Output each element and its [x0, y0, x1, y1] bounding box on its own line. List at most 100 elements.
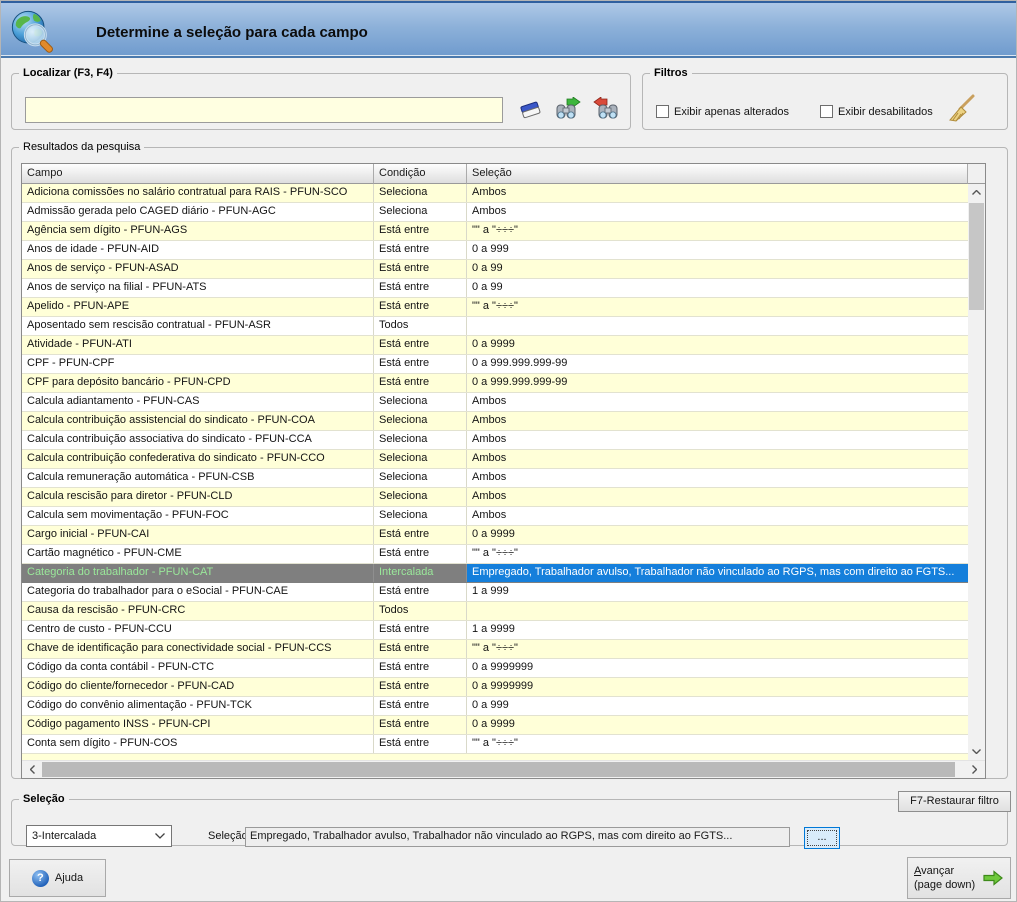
table-row[interactable]: Código do cliente/fornecedor - PFUN-CADE…: [22, 678, 968, 697]
cell-selecao: 0 a 9999999: [467, 659, 968, 677]
cell-condicao: Está entre: [374, 355, 467, 373]
cell-condicao: Está entre: [374, 735, 467, 753]
search-input[interactable]: [25, 97, 503, 123]
checkbox-box[interactable]: [820, 105, 833, 118]
help-icon: ?: [32, 870, 49, 887]
table-row[interactable]: Atividade - PFUN-ATIEstá entre0 a 9999: [22, 336, 968, 355]
table-row[interactable]: Categoria do trabalhador para o eSocial …: [22, 583, 968, 602]
cell-selecao: Ambos: [467, 488, 968, 506]
horizontal-scrollbar[interactable]: [22, 760, 985, 778]
cell-condicao: Seleciona: [374, 431, 467, 449]
filtros-group: Filtros Exibir apenas alterados Exibir d…: [642, 67, 1008, 130]
cell-campo: Anos de serviço - PFUN-ASAD: [22, 260, 374, 278]
table-row[interactable]: Calcula sem movimentação - PFUN-FOCSelec…: [22, 507, 968, 526]
table-header-row: Campo Condição Seleção: [22, 164, 985, 184]
help-button-label: Ajuda: [55, 872, 83, 884]
column-header-condicao[interactable]: Condição: [374, 164, 467, 184]
table-row[interactable]: Conta sem dígito - PFUN-COSEstá entre"" …: [22, 735, 968, 754]
binoculars-green-arrow-icon: [554, 97, 582, 123]
cell-campo: Anos de serviço na filial - PFUN-ATS: [22, 279, 374, 297]
table-row[interactable]: Cargo inicial - PFUN-CAIEstá entre0 a 99…: [22, 526, 968, 545]
cell-campo: Centro de custo - PFUN-CCU: [22, 621, 374, 639]
table-row[interactable]: Anos de idade - PFUN-AIDEstá entre0 a 99…: [22, 241, 968, 260]
cell-condicao: Está entre: [374, 697, 467, 715]
results-table: Campo Condição Seleção Adiciona comissõe…: [21, 163, 986, 779]
cell-campo: Anos de idade - PFUN-AID: [22, 241, 374, 259]
column-header-campo[interactable]: Campo: [22, 164, 374, 184]
cell-condicao: Está entre: [374, 640, 467, 658]
cell-selecao: 0 a 999.999.999-99: [467, 374, 968, 392]
cell-campo: Código do convênio alimentação - PFUN-TC…: [22, 697, 374, 715]
clear-filters-button[interactable]: [943, 91, 979, 127]
ellipsis-button[interactable]: ...: [804, 827, 840, 849]
resultados-group: Resultados da pesquisa Campo Condição Se…: [11, 141, 1008, 779]
checkbox-exibir-desabilitados[interactable]: Exibir desabilitados: [820, 105, 933, 118]
cell-condicao: Está entre: [374, 583, 467, 601]
condition-type-dropdown[interactable]: 3-Intercalada: [26, 825, 172, 847]
restore-filter-button[interactable]: F7-Restaurar filtro: [898, 791, 1011, 812]
cell-selecao: "" a "÷÷÷": [467, 298, 968, 316]
table-row[interactable]: Categoria do trabalhador - PFUN-CATInter…: [22, 564, 968, 583]
table-row[interactable]: Anos de serviço na filial - PFUN-ATSEstá…: [22, 279, 968, 298]
checkbox-box[interactable]: [656, 105, 669, 118]
table-row[interactable]: CPF - PFUN-CPFEstá entre0 a 999.999.999-…: [22, 355, 968, 374]
checkbox-exibir-apenas-alterados[interactable]: Exibir apenas alterados: [656, 105, 789, 118]
cell-selecao: Ambos: [467, 412, 968, 430]
find-previous-button[interactable]: [590, 96, 622, 124]
table-row[interactable]: Centro de custo - PFUN-CCUEstá entre1 a …: [22, 621, 968, 640]
globe-with-magnifier-icon: [9, 8, 55, 54]
table-row[interactable]: Código da conta contábil - PFUN-CTCEstá …: [22, 659, 968, 678]
column-header-selecao[interactable]: Seleção: [467, 164, 968, 184]
next-button[interactable]: Avançar (page down): [907, 857, 1011, 899]
cell-selecao: Ambos: [467, 450, 968, 468]
cell-campo: Causa da rescisão - PFUN-CRC: [22, 602, 374, 620]
cell-selecao: 0 a 999.999.999-99: [467, 355, 968, 373]
cell-selecao: Ambos: [467, 431, 968, 449]
table-row[interactable]: Admissão gerada pelo CAGED diário - PFUN…: [22, 203, 968, 222]
table-row[interactable]: Aposentado sem rescisão contratual - PFU…: [22, 317, 968, 336]
cell-campo: Agência sem dígito - PFUN-AGS: [22, 222, 374, 240]
cell-campo: Adiciona comissões no salário contratual…: [22, 184, 374, 202]
page-title: Determine a seleção para cada campo: [96, 24, 368, 41]
scroll-down-arrow-icon[interactable]: [968, 743, 985, 760]
scroll-right-arrow-icon[interactable]: [966, 761, 983, 778]
cell-condicao: Está entre: [374, 526, 467, 544]
table-row[interactable]: Apelido - PFUN-APEEstá entre"" a "÷÷÷": [22, 298, 968, 317]
vertical-scrollbar-thumb[interactable]: [969, 203, 984, 310]
table-row[interactable]: Calcula contribuição confederativa do si…: [22, 450, 968, 469]
cell-condicao: Está entre: [374, 279, 467, 297]
cell-condicao: Está entre: [374, 374, 467, 392]
clear-search-button[interactable]: [515, 96, 547, 124]
scroll-left-arrow-icon[interactable]: [24, 761, 41, 778]
cell-campo: Calcula contribuição associativa do sind…: [22, 431, 374, 449]
table-row[interactable]: Causa da rescisão - PFUN-CRCTodos: [22, 602, 968, 621]
cell-condicao: Seleciona: [374, 393, 467, 411]
cell-condicao: Está entre: [374, 678, 467, 696]
table-row[interactable]: Anos de serviço - PFUN-ASADEstá entre0 a…: [22, 260, 968, 279]
find-next-button[interactable]: [552, 96, 584, 124]
scroll-up-arrow-icon[interactable]: [968, 184, 985, 201]
cell-selecao: [467, 602, 968, 620]
table-row[interactable]: Calcula remuneração automática - PFUN-CS…: [22, 469, 968, 488]
table-row[interactable]: Calcula contribuição assistencial do sin…: [22, 412, 968, 431]
cell-campo: CPF para depósito bancário - PFUN-CPD: [22, 374, 374, 392]
table-row[interactable]: CPF para depósito bancário - PFUN-CPDEst…: [22, 374, 968, 393]
cell-campo: Categoria do trabalhador para o eSocial …: [22, 583, 374, 601]
table-row[interactable]: Calcula rescisão para diretor - PFUN-CLD…: [22, 488, 968, 507]
table-row[interactable]: Adiciona comissões no salário contratual…: [22, 184, 968, 203]
table-row[interactable]: Chave de identificação para conectividad…: [22, 640, 968, 659]
table-row[interactable]: Cartão magnético - PFUN-CMEEstá entre"" …: [22, 545, 968, 564]
cell-condicao: Seleciona: [374, 450, 467, 468]
table-row[interactable]: Código do convênio alimentação - PFUN-TC…: [22, 697, 968, 716]
vertical-scrollbar[interactable]: [968, 184, 985, 760]
help-button[interactable]: ? Ajuda: [9, 859, 106, 897]
table-row[interactable]: Calcula adiantamento - PFUN-CASSeleciona…: [22, 393, 968, 412]
table-row[interactable]: Agência sem dígito - PFUN-AGSEstá entre"…: [22, 222, 968, 241]
horizontal-scrollbar-thumb[interactable]: [42, 762, 955, 777]
table-row[interactable]: Calcula contribuição associativa do sind…: [22, 431, 968, 450]
cell-selecao: Ambos: [467, 507, 968, 525]
cell-selecao: 1 a 999: [467, 583, 968, 601]
cell-condicao: Está entre: [374, 336, 467, 354]
cell-campo: Aposentado sem rescisão contratual - PFU…: [22, 317, 374, 335]
table-row[interactable]: Código pagamento INSS - PFUN-CPIEstá ent…: [22, 716, 968, 735]
